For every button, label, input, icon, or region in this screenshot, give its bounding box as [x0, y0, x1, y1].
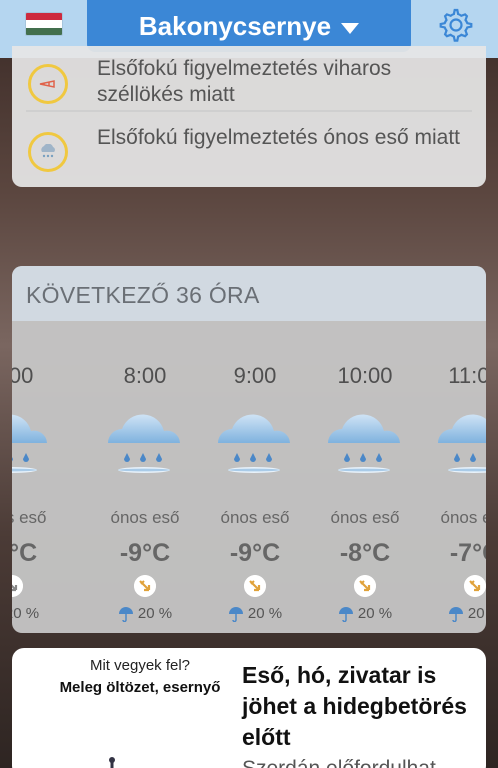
umbrella-icon: [118, 607, 133, 622]
alert-item[interactable]: Elsőfokú figyelmeztetés viharos széllöké…: [12, 46, 486, 112]
alert-text: Elsőfokú figyelmeztetés viharos széllöké…: [97, 57, 392, 106]
gear-icon[interactable]: [438, 7, 474, 43]
precip-value: 20 %: [467, 605, 486, 622]
divider: [26, 110, 472, 112]
hour-column[interactable]: 11:00 ónos eső -7°C 20 %: [420, 321, 486, 633]
precip-value: 20 %: [247, 605, 283, 622]
hour-column[interactable]: 7:00 ónos eső -8°C 20 %: [12, 321, 67, 633]
news-headline: Eső, hó, zivatar is jöhet a hidegbetörés…: [242, 662, 467, 750]
wind-arrow-icon: [464, 575, 486, 597]
hour-condition: ónos eső: [440, 508, 487, 527]
news-subline: Szerdán előfordulhat: [242, 756, 478, 768]
hour-temperature: -7°C: [449, 539, 486, 567]
freezing-rain-cloud-icon: [12, 414, 47, 473]
umbrella-icon: [228, 607, 243, 622]
person-figure-icon: [109, 757, 115, 768]
hour-temperature: -9°C: [229, 539, 281, 567]
alert-item[interactable]: Elsőfokú figyelmeztetés ónos eső miatt: [12, 115, 486, 181]
freezing-rain-cloud-icon: [108, 414, 180, 473]
alert-text: Elsőfokú figyelmeztetés ónos eső miatt: [97, 126, 461, 149]
hourly-forecast-card: KÖVETKEZŐ 36 ÓRA 7:00ónos eső-8°C20 %8:0…: [12, 266, 486, 633]
precip-value: 20 %: [357, 605, 393, 622]
wind-arrow-icon: [244, 575, 266, 597]
hour-precipitation: 20 %: [310, 605, 420, 622]
hour-time: 11:00: [448, 363, 486, 388]
hour-precipitation: 20 %: [200, 605, 310, 622]
hour-time: 7:00: [12, 363, 34, 388]
hour-temperature: -9°C: [119, 539, 171, 567]
hour-condition: ónos eső: [220, 508, 290, 527]
hour-column[interactable]: 8:00 ónos eső -9°C 20 %: [90, 321, 200, 633]
hour-condition: ónos eső: [12, 508, 47, 527]
hour-condition: ónos eső: [330, 508, 400, 527]
hour-precipitation: 20 %: [420, 605, 486, 622]
hour-temperature: -8°C: [12, 539, 38, 567]
news-card[interactable]: Mit vegyek fel? Meleg öltözet, esernyő E…: [12, 648, 486, 768]
precip-value: 20 %: [12, 605, 40, 622]
clothing-advice: Meleg öltözet, esernyő: [59, 679, 221, 696]
umbrella-icon: [448, 607, 463, 622]
umbrella-icon: [338, 607, 353, 622]
wind-arrow-icon: [134, 575, 156, 597]
freezing-rain-cloud-icon: [328, 414, 400, 473]
freezing-rain-cloud-icon: [218, 414, 290, 473]
wind-warning-icon: [28, 64, 68, 104]
chevron-down-icon: [341, 22, 360, 34]
clothing-question: Mit vegyek fel?: [89, 657, 191, 674]
hour-temperature: -8°C: [339, 539, 391, 567]
freezing-rain-warning-icon: [28, 132, 68, 172]
hour-condition: ónos eső: [110, 508, 180, 527]
wind-arrow-icon: [12, 575, 23, 597]
wind-arrow-icon: [354, 575, 376, 597]
forecast-title: KÖVETKEZŐ 36 ÓRA: [12, 266, 486, 321]
hour-time: 10:00: [337, 363, 393, 388]
location-selector-button[interactable]: Bakonycsernye: [87, 0, 411, 52]
weather-alerts-card: Elsőfokú figyelmeztetés viharos széllöké…: [12, 46, 486, 187]
hour-column[interactable]: 10:00 ónos eső -8°C 20 %: [310, 321, 420, 633]
hour-precipitation: 20 %: [12, 605, 67, 622]
hour-precipitation: 20 %: [90, 605, 200, 622]
freezing-rain-cloud-icon: [438, 414, 486, 473]
hungary-flag-icon[interactable]: [25, 12, 63, 36]
precip-value: 20 %: [137, 605, 173, 622]
location-name: Bakonycsernye: [138, 10, 332, 41]
hour-time: 9:00: [233, 363, 277, 388]
hour-column[interactable]: 9:00 ónos eső -9°C 20 %: [200, 321, 310, 633]
hour-time: 8:00: [123, 363, 167, 388]
